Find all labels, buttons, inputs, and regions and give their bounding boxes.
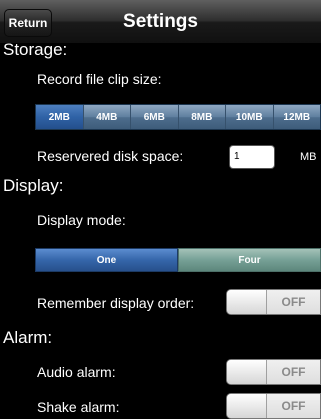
display-mode-one[interactable]: One [35,248,178,272]
disk-space-input[interactable]: 1 [229,145,275,169]
display-section-title: Display: [3,176,64,195]
clip-size-segmented-control: 2MB 4MB 6MB 8MB 10MB 12MB [35,104,321,130]
clip-option-6mb[interactable]: 6MB [131,105,179,129]
toggle-state-text: OFF [281,365,306,379]
toggle-state-text: OFF [281,295,306,309]
remember-order-toggle[interactable]: OFF [226,289,321,315]
return-button[interactable]: Return [4,9,52,37]
display-mode-label: Display mode: [37,212,126,228]
clip-option-12mb[interactable]: 12MB [274,105,321,129]
display-mode-segmented-control: One Four [35,248,321,272]
clip-option-10mb[interactable]: 10MB [226,105,274,129]
clip-option-8mb[interactable]: 8MB [179,105,226,129]
alarm-section-title: Alarm: [3,328,53,347]
toggle-knob [227,360,267,384]
toggle-state-text: OFF [281,399,306,413]
storage-section-title: Storage: [3,40,68,59]
page-title: Settings [123,11,198,32]
clip-option-4mb[interactable]: 4MB [84,105,131,129]
shake-alarm-label: Shake alarm: [37,399,120,415]
remember-order-label: Remember display order: [37,295,195,311]
settings-content: Storage: Record file clip size: 2MB 4MB … [0,38,321,419]
disk-space-label: Reservered disk space: [37,148,184,164]
shake-alarm-toggle[interactable]: OFF [226,393,321,419]
disk-space-unit: MB [300,151,317,163]
clip-option-2mb[interactable]: 2MB [36,105,84,129]
audio-alarm-label: Audio alarm: [37,364,116,380]
display-mode-four[interactable]: Four [178,248,321,272]
toggle-knob [227,290,267,314]
audio-alarm-toggle[interactable]: OFF [226,359,321,385]
clip-size-label: Record file clip size: [37,71,162,87]
toggle-knob [227,394,267,418]
